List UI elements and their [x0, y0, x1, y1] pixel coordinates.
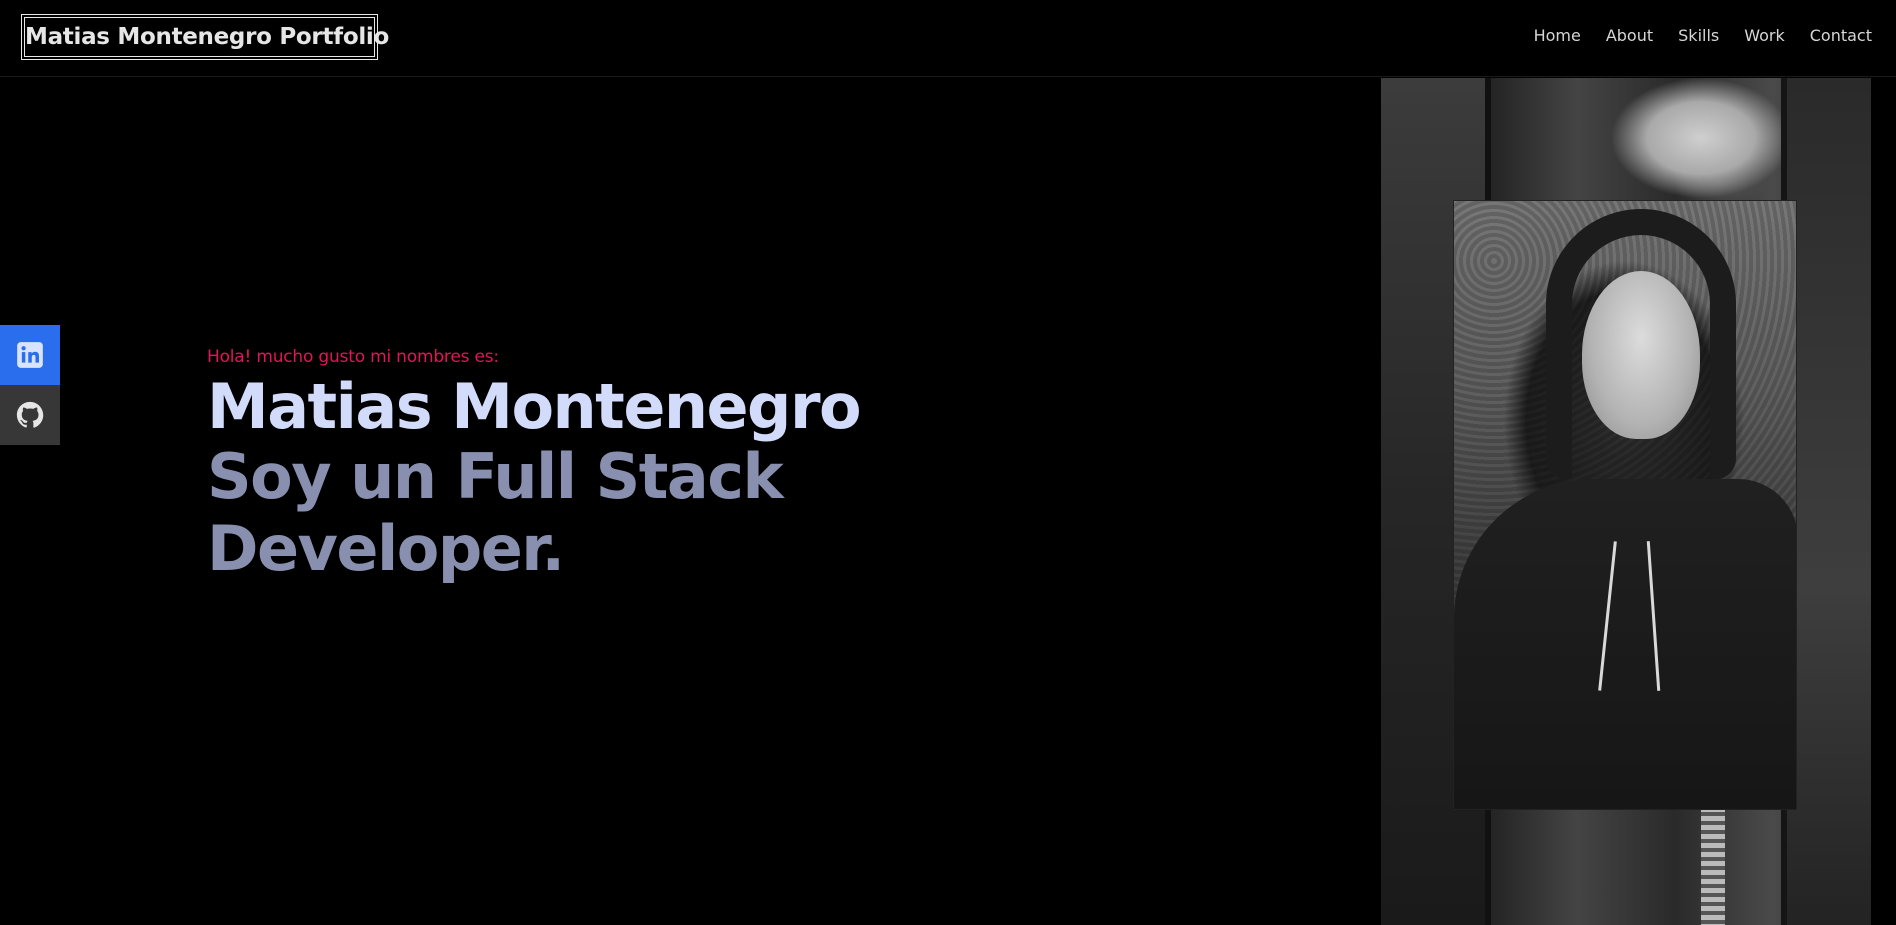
profile-photo — [1381, 78, 1871, 925]
nav-link-about[interactable]: About — [1606, 26, 1653, 46]
hero-role: Soy un Full Stack Developer. — [207, 440, 784, 585]
nav-link-home[interactable]: Home — [1534, 26, 1581, 46]
site-logo[interactable]: Matias Montenegro Portfolio — [21, 14, 389, 60]
hero-greeting: Hola! mucho gusto mi nombres es: — [207, 347, 499, 367]
linkedin-button[interactable] — [0, 325, 60, 385]
linkedin-icon — [17, 342, 43, 368]
nav-link-work[interactable]: Work — [1744, 26, 1785, 46]
social-links-bar — [0, 325, 60, 445]
hero-name: Matias Montenegro — [207, 370, 862, 443]
nav-link-skills[interactable]: Skills — [1678, 26, 1719, 46]
nav-link-contact[interactable]: Contact — [1810, 26, 1872, 46]
profile-photo-inset — [1453, 200, 1797, 810]
main-nav: Home About Skills Work Contact — [1509, 26, 1872, 46]
hero-section: Hola! mucho gusto mi nombres es: Matias … — [207, 345, 1107, 585]
photo-hoodie-body — [1454, 479, 1796, 809]
photo-zipper — [1701, 798, 1725, 925]
photo-face — [1582, 271, 1700, 439]
github-button[interactable] — [0, 385, 60, 445]
site-header: Matias Montenegro Portfolio Home About S… — [0, 0, 1896, 77]
github-icon — [16, 401, 44, 428]
